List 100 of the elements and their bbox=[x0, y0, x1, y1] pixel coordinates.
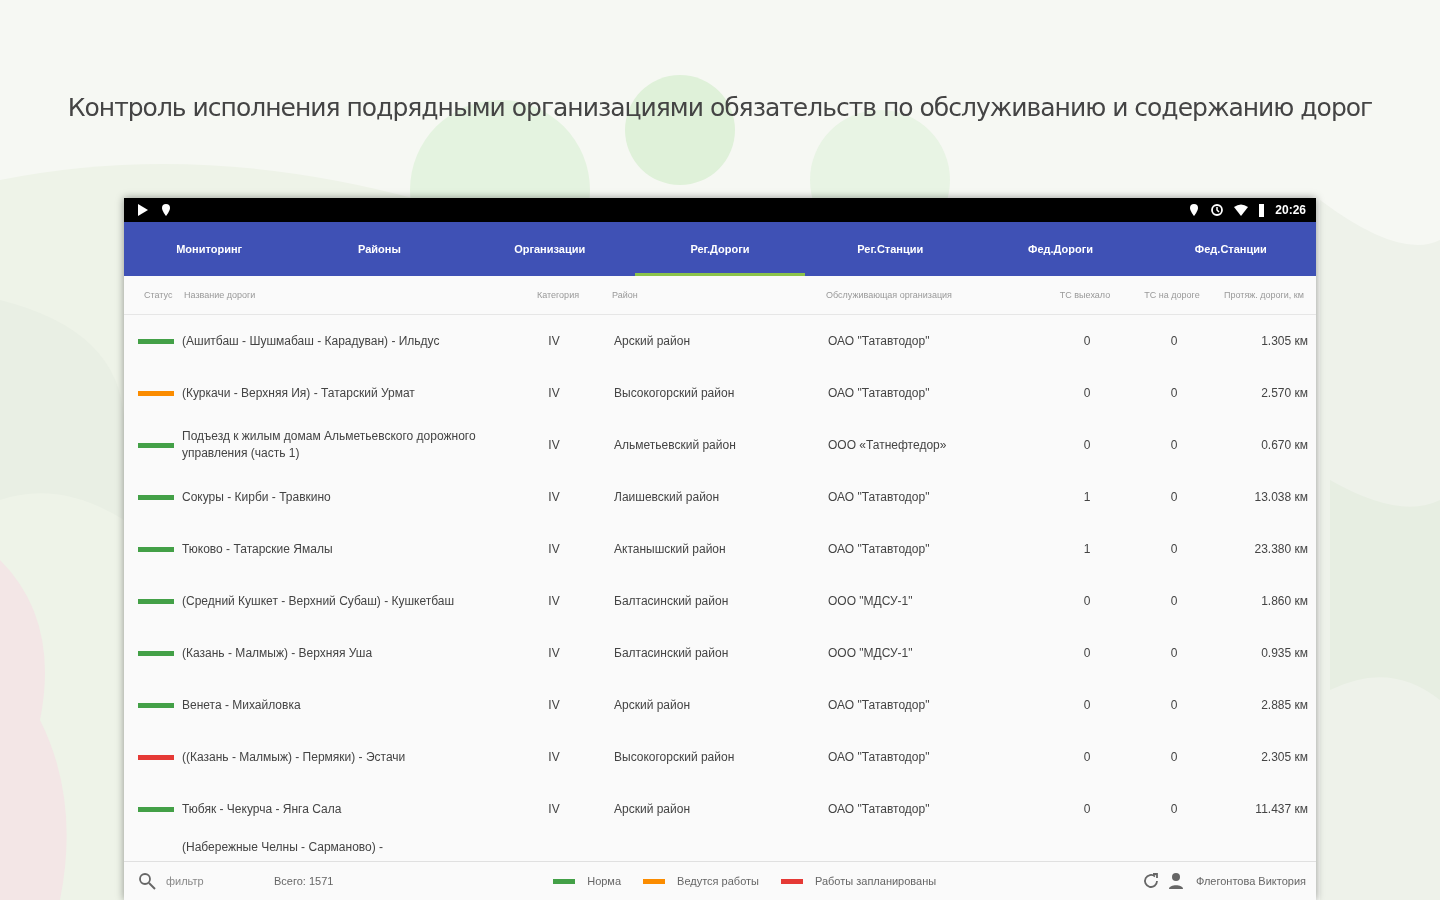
location-pin-icon bbox=[1188, 203, 1201, 217]
table-cell-text: 0 bbox=[1082, 438, 1092, 452]
column-header: Название дороги bbox=[184, 288, 257, 302]
column-header: Район bbox=[611, 290, 639, 300]
table-cell-text: 2.885 км bbox=[1260, 698, 1308, 712]
tab[interactable]: Рег.Станции bbox=[805, 222, 976, 276]
column-header: ТС на дороге bbox=[1143, 290, 1201, 300]
table-cell-text: Высокогорский район bbox=[613, 750, 736, 764]
table-cell-text: (Казань - Малмыж) - Верхняя Уша bbox=[182, 644, 374, 662]
table-cell-text: IV bbox=[547, 334, 561, 348]
table-cell-text: IV bbox=[547, 750, 561, 764]
table-cell-text: Балтасинский район bbox=[613, 594, 730, 608]
table-cell-text: 1 bbox=[1082, 490, 1092, 504]
table-row[interactable]: (Средний Кушкет - Верхний Субаш) - Кушкетбаш IV Балтасинский район ООО "МДСУ-1" 0 0 1.860 км bbox=[124, 575, 1316, 627]
table-cell-text: 2.570 км bbox=[1260, 386, 1308, 400]
filter-field[interactable]: фильтр bbox=[164, 874, 258, 888]
table-cell-text: ОАО "Татавтодор" bbox=[827, 802, 931, 816]
table-cell-text: Высокогорский район bbox=[613, 386, 736, 400]
table-cell-text: 0 bbox=[1082, 386, 1092, 400]
table-cell-text: ООО "МДСУ-1" bbox=[827, 594, 914, 608]
table-row[interactable]: Сокуры - Кирби - Травкино IV Лаишевский район ОАО "Татавтодор" 1 0 13.038 км bbox=[124, 471, 1316, 523]
table-cell-text: 0 bbox=[1169, 802, 1179, 816]
table-cell-text: ОАО "Татавтодор" bbox=[827, 542, 931, 556]
table-cell-text: 0 bbox=[1169, 334, 1179, 348]
table-cell-text: Подъезд к жилым домам Альметьевского дорожного управления (часть 1) bbox=[182, 428, 477, 462]
tab[interactable]: Рег.Дороги bbox=[634, 222, 806, 276]
table-cell-text: ОАО "Татавтодор" bbox=[827, 386, 931, 400]
tab[interactable]: Организации bbox=[464, 222, 635, 276]
table-row[interactable]: Венета - Михайловка IV Арский район ОАО "Татавтодор" 0 0 2.885 км bbox=[124, 679, 1316, 731]
table-cell-text: ((Казань - Малмыж) - Пермяки) - Эстачи bbox=[182, 748, 407, 766]
headline: Контроль исполнения подрядными организациями обязательств по обслуживанию и содержанию дорог bbox=[67, 92, 1373, 124]
table-cell-text: IV bbox=[547, 646, 561, 660]
tab[interactable]: Фед.Дороги bbox=[975, 222, 1146, 276]
table-cell-text: Тюково - Татарские Ямалы bbox=[182, 540, 334, 558]
table-cell-text: (Куркачи - Верхняя Ия) - Татарский Урмат bbox=[182, 384, 416, 402]
table-cell-text: ОАО "Татавтодор" bbox=[827, 334, 931, 348]
play-icon bbox=[136, 203, 150, 217]
table-cell-text: Балтасинский район bbox=[613, 646, 730, 660]
table-cell-text: IV bbox=[547, 438, 561, 452]
wifi-icon bbox=[1234, 204, 1249, 216]
table-cell-text: 0 bbox=[1169, 490, 1179, 504]
tab[interactable]: Фед.Станции bbox=[1145, 222, 1316, 276]
table-cell-text: 2.305 км bbox=[1260, 750, 1308, 764]
table-cell-text: 0 bbox=[1082, 750, 1092, 764]
column-header: Категория bbox=[535, 290, 581, 300]
table-cell-text: 0 bbox=[1169, 698, 1179, 712]
column-header: Статус bbox=[143, 290, 174, 300]
table-cell-text: Арский район bbox=[613, 802, 692, 816]
table-cell-text: 1 bbox=[1082, 542, 1092, 556]
table-cell-text: Арский район bbox=[613, 334, 692, 348]
table-cell-text: IV bbox=[547, 542, 561, 556]
table-row[interactable]: (Ашитбаш - Шушмабаш - Карадуван) - Ильдус IV Арский район ОАО "Татавтодор" 0 0 1.305 км bbox=[124, 315, 1316, 367]
table-cell-text: 0 bbox=[1082, 646, 1092, 660]
table-cell-text: IV bbox=[547, 490, 561, 504]
clock-time: 20:26 bbox=[1275, 203, 1306, 217]
table-cell-text: ОАО "Татавтодор" bbox=[827, 490, 931, 504]
table-cell-text: 0 bbox=[1169, 646, 1179, 660]
table-row[interactable]: (Казань - Малмыж) - Верхняя Уша IV Балтасинский район ООО "МДСУ-1" 0 0 0.935 км bbox=[124, 627, 1316, 679]
table-cell-text: 0 bbox=[1169, 386, 1179, 400]
table-cell-text: 0 bbox=[1169, 594, 1179, 608]
battery-icon bbox=[1258, 203, 1266, 217]
table-cell-text: Венета - Михайловка bbox=[182, 696, 302, 714]
column-header: Обслуживающая организация bbox=[825, 290, 953, 300]
user-icon[interactable] bbox=[1167, 872, 1184, 890]
table-row[interactable]: (Куркачи - Верхняя Ия) - Татарский Урмат IV Высокогорский район ОАО "Татавтодор" 0 0 2.570 км bbox=[124, 367, 1316, 419]
refresh-icon[interactable] bbox=[1141, 872, 1160, 890]
table-cell-text: 0 bbox=[1082, 334, 1092, 348]
table-cell-text: ООО «Татнефтедор» bbox=[827, 438, 948, 452]
table-cell-text: Тюбяк - Чекурча - Янга Сала bbox=[182, 800, 343, 818]
table-cell-text: 0 bbox=[1169, 750, 1179, 764]
table-cell-text: Лаишевский район bbox=[613, 490, 721, 504]
total-count: Всего: 1571 bbox=[274, 875, 334, 887]
table-cell-text: IV bbox=[547, 802, 561, 816]
legend-label: Ведутся работы bbox=[677, 875, 759, 887]
table-cell-text: 13.038 км bbox=[1253, 490, 1308, 504]
column-header: ТС выехало bbox=[1058, 290, 1112, 300]
column-header: Протяж. дороги, км bbox=[1223, 290, 1305, 300]
table-cell-text: 0 bbox=[1169, 438, 1179, 452]
table-row[interactable]: Тюбяк - Чекурча - Янга Сала IV Арский район ОАО "Татавтодор" 0 0 11.437 км bbox=[124, 783, 1316, 835]
table-cell-text: Сокуры - Кирби - Травкино bbox=[182, 488, 332, 506]
table-cell-text: 0 bbox=[1169, 542, 1179, 556]
table-row[interactable]: ((Казань - Малмыж) - Пермяки) - Эстачи IV Высокогорский район ОАО "Татавтодор" 0 0 2.305 км bbox=[124, 731, 1316, 783]
table-cell-text: 11.437 км bbox=[1254, 802, 1308, 816]
location-pin-icon bbox=[160, 203, 172, 217]
table-row[interactable]: Тюково - Татарские Ямалы IV Актанышский район ОАО "Татавтодор" 1 0 23.380 км bbox=[124, 523, 1316, 575]
table-cell-text: 1.860 км bbox=[1260, 594, 1308, 608]
table-cell-text: IV bbox=[547, 594, 561, 608]
table-cell-text: 0 bbox=[1082, 698, 1092, 712]
table-cell-text: Альметьевский район bbox=[613, 438, 737, 452]
tab[interactable]: Районы bbox=[294, 222, 465, 276]
table-cell-text: IV bbox=[547, 386, 561, 400]
tab[interactable]: Мониторинг bbox=[124, 222, 295, 276]
table-cell-text: 0.670 км bbox=[1260, 438, 1308, 452]
alarm-icon bbox=[1210, 203, 1225, 217]
table-row[interactable]: Подъезд к жилым домам Альметьевского дорожного управления (часть 1) IV Альметьевский район ООО «Татнефтедор» 0 0 0.670 км bbox=[124, 419, 1316, 471]
table-cell-text: ОАО "Татавтодор" bbox=[827, 750, 931, 764]
table-cell-text: 0 bbox=[1082, 802, 1092, 816]
table-cell-text: Актанышский район bbox=[613, 542, 727, 556]
table-cell-text: (Набережные Челны - Сарманово) - bbox=[182, 839, 385, 856]
search-icon bbox=[138, 872, 156, 890]
